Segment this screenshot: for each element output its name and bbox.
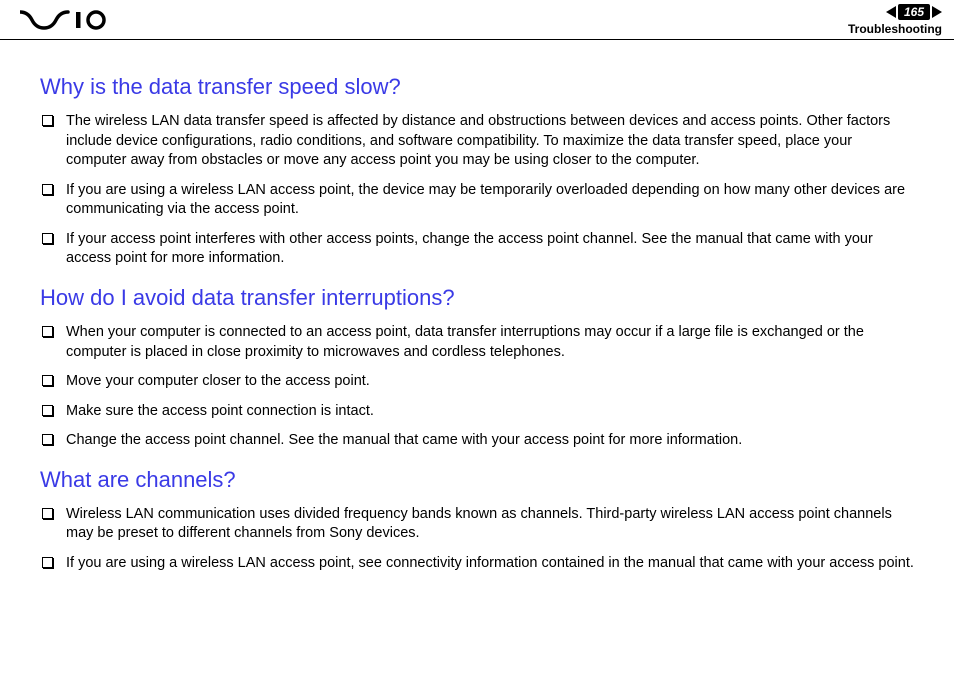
list-item: Make sure the access point connection is… bbox=[40, 402, 914, 422]
list-item: If your access point interferes with oth… bbox=[40, 230, 914, 269]
vaio-logo-svg bbox=[20, 10, 110, 30]
vaio-logo bbox=[20, 0, 110, 39]
section-label: Troubleshooting bbox=[848, 22, 942, 36]
section-heading: Why is the data transfer speed slow? bbox=[40, 74, 914, 100]
section-heading: What are channels? bbox=[40, 467, 914, 493]
section-heading: How do I avoid data transfer interruptio… bbox=[40, 285, 914, 311]
header-nav: 165 Troubleshooting bbox=[848, 4, 942, 36]
list-item: When your computer is connected to an ac… bbox=[40, 323, 914, 362]
section-list: The wireless LAN data transfer speed is … bbox=[40, 112, 914, 269]
section-list: Wireless LAN communication uses divided … bbox=[40, 505, 914, 574]
page-number: 165 bbox=[898, 4, 930, 20]
page-nav: 165 bbox=[886, 4, 942, 20]
list-item: The wireless LAN data transfer speed is … bbox=[40, 112, 914, 171]
list-item: Wireless LAN communication uses divided … bbox=[40, 505, 914, 544]
page-header: 165 Troubleshooting bbox=[0, 0, 954, 40]
list-item: If you are using a wireless LAN access p… bbox=[40, 554, 914, 574]
list-item: If you are using a wireless LAN access p… bbox=[40, 181, 914, 220]
list-item: Move your computer closer to the access … bbox=[40, 372, 914, 392]
prev-page-arrow-icon[interactable] bbox=[886, 6, 896, 18]
next-page-arrow-icon[interactable] bbox=[932, 6, 942, 18]
list-item: Change the access point channel. See the… bbox=[40, 431, 914, 451]
page-content: Why is the data transfer speed slow? The… bbox=[0, 40, 954, 609]
section-list: When your computer is connected to an ac… bbox=[40, 323, 914, 451]
